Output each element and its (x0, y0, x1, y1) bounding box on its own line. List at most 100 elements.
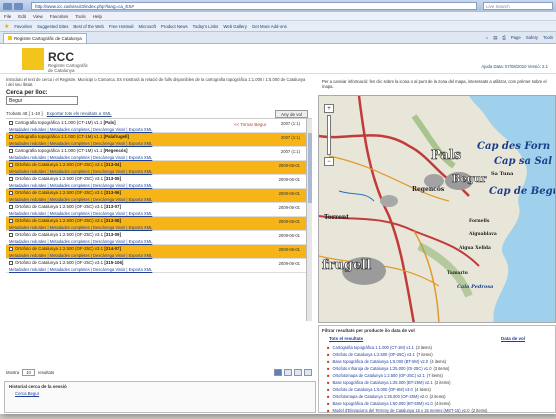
filter-item-label[interactable]: Base topogràfica de Catalunya 1:5.000 (B… (332, 359, 428, 364)
home-icon[interactable]: ⌂ (486, 35, 489, 41)
fav-item[interactable]: Free Hotmail (109, 24, 134, 29)
filter-item-label[interactable]: Cartografia topogràfica 1:1.000 (CT-1M) … (332, 345, 413, 350)
result-row[interactable]: Ortofoto de Catalunya 1:2.500 (OF-25C) v… (6, 189, 312, 203)
fav-item[interactable]: Favorites (14, 24, 32, 29)
address-bar[interactable]: http://www.icc.cat/vissir3/index.php?lan… (31, 2, 477, 10)
result-title[interactable]: Ortofoto de Catalunya 1:2.500 (OF-25C) v… (9, 204, 121, 209)
filter-item[interactable]: ■ Base topogràfica de Catalunya 1:25.000 … (327, 379, 547, 386)
result-links[interactable]: Metadades reduïdes | Metadades completes… (9, 127, 152, 132)
result-checkbox[interactable] (9, 134, 13, 139)
filter-item-label[interactable]: Ortofoto de Catalunya 1:2.500 (OF-25C) v… (332, 352, 414, 357)
result-title[interactable]: Ortofoto de Catalunya 1:2.500 (OF-25C) v… (9, 218, 121, 223)
fav-item[interactable]: Web Gallery (223, 24, 247, 29)
session-history-item[interactable]: Cerca Begur (5, 391, 315, 396)
result-links[interactable]: Metadades reduïdes | Metadades completes… (9, 183, 152, 188)
fav-item[interactable]: Suggested Sites (37, 24, 68, 29)
filter-item[interactable]: ■ Ortofotomapa de Catalunya 1:2.500 (OF-2… (327, 372, 547, 379)
page-prev-button[interactable] (284, 368, 292, 376)
zoom-in-button[interactable]: + (324, 104, 334, 113)
result-checkbox[interactable] (9, 260, 13, 265)
page-size-select[interactable]: 10 (22, 368, 35, 376)
result-checkbox[interactable] (9, 218, 13, 223)
result-row[interactable]: Ortofoto de Catalunya 1:2.500 (OF-25C) v… (6, 217, 312, 231)
result-row[interactable]: Ortofoto de Catalunya 1:2.500 (OF-25C) v… (6, 259, 312, 273)
filter-item[interactable]: ■ Ortofoto de Catalunya 1:5.000 (OF-5M) v… (327, 386, 547, 393)
tab-rcc[interactable]: Registre Cartogràfic de Catalunya (3, 32, 87, 43)
result-links[interactable]: Metadades reduïdes | Metadades completes… (9, 155, 152, 160)
result-row[interactable]: Cartografia topogràfica 1:1.000 (CT-1M) … (6, 119, 312, 133)
fav-item[interactable]: Get More Add-ons (252, 24, 287, 29)
results-scrollbar[interactable] (306, 119, 312, 321)
filter-tab-date[interactable]: Data de vol (501, 336, 525, 341)
fav-item[interactable]: Microsoft (138, 24, 155, 29)
result-title[interactable]: Ortofoto de Catalunya 1:2.500 (OF-25C) v… (9, 176, 121, 181)
filter-item[interactable]: ■ Ortofoto infraroja de Catalunya 1:25.00… (327, 365, 547, 372)
filter-item[interactable]: ■ Model d'Elevacions del Terreny de Catal… (327, 407, 547, 414)
result-row[interactable]: Cartografia topogràfica 1:1.000 (CT-1M) … (6, 147, 312, 161)
result-checkbox[interactable] (9, 190, 13, 195)
filter-item[interactable]: ■ Base topogràfica de Catalunya 1:5.000 (… (327, 358, 547, 365)
result-links[interactable]: Metadades reduïdes | Metadades completes… (9, 225, 152, 230)
result-row[interactable]: Ortofoto de Catalunya 1:2.500 (OF-25C) v… (6, 245, 312, 259)
filter-item-label[interactable]: Base topogràfica de Catalunya 1:50.000 (… (332, 401, 432, 406)
result-links[interactable]: Metadades reduïdes | Metadades completes… (9, 141, 152, 146)
page-menu[interactable]: Page (511, 35, 521, 41)
export-link[interactable]: Exportar tots els resultats a XML (47, 111, 112, 116)
result-title[interactable]: Ortofoto de Catalunya 1:2.500 (OF-25C) v… (9, 246, 121, 251)
fav-item[interactable]: Today's Links (193, 24, 219, 29)
page-last-button[interactable] (304, 368, 312, 376)
header-info[interactable]: Ajuda Data: 07/08/2010 Versió: 2.1 (481, 64, 548, 69)
result-title[interactable]: Ortofoto de Catalunya 1:2.500 (OF-25C) v… (9, 232, 121, 237)
result-title[interactable]: Cartografia topogràfica 1:1.000 (CT-1M) … (9, 134, 129, 139)
filter-item[interactable]: ■ Base topogràfica de Catalunya 1:50.000 … (327, 400, 547, 407)
result-row[interactable]: Ortofoto de Catalunya 1:2.500 (OF-25C) v… (6, 175, 312, 189)
forward-icon[interactable] (14, 2, 23, 10)
back-icon[interactable] (3, 2, 12, 10)
result-row[interactable]: Ortofoto de Catalunya 1:2.500 (OF-25C) v… (6, 161, 312, 175)
tools-menu[interactable]: Tools (543, 35, 553, 41)
result-links[interactable]: Metadades reduïdes | Metadades completes… (9, 239, 152, 244)
result-checkbox[interactable] (9, 148, 13, 153)
menu-favorites[interactable]: Favorites (50, 14, 69, 19)
favorites-star-icon[interactable]: ★ (4, 23, 9, 30)
menu-tools[interactable]: Tools (75, 14, 86, 19)
safety-menu[interactable]: Safety (526, 35, 538, 41)
year-sort-button[interactable]: Any de vol (274, 109, 308, 118)
zoom-out-button[interactable]: − (324, 157, 334, 166)
fav-item[interactable]: Best of the Web (73, 24, 104, 29)
result-title[interactable]: Ortofoto de Catalunya 1:2.500 (OF-25C) v… (9, 190, 121, 195)
search-input[interactable]: Begur (6, 96, 78, 105)
browser-search-input[interactable]: Live Search (483, 2, 553, 10)
result-row[interactable]: Ortofoto de Catalunya 1:2.500 (OF-25C) v… (6, 231, 312, 245)
filter-item[interactable]: ■ Ortofoto de Catalunya 1:2.500 (OF-25C) … (327, 351, 547, 358)
filter-item-label[interactable]: Model d'Elevacions del Terreny de Catalu… (332, 408, 469, 413)
result-checkbox[interactable] (9, 246, 13, 251)
page-first-button[interactable] (274, 368, 282, 376)
filter-item-label[interactable]: Ortofoto de Catalunya 1:5.000 (OF-5M) v3… (332, 387, 412, 392)
zoom-slider[interactable] (327, 115, 331, 155)
result-title[interactable]: Ortofoto de Catalunya 1:2.500 (OF-25C) v… (9, 162, 121, 167)
menu-help[interactable]: Help (93, 14, 102, 19)
scrollbar-thumb[interactable] (308, 133, 312, 203)
result-title[interactable]: Cartografia topogràfica 1:1.000 (CT-1M) … (9, 148, 128, 153)
result-links[interactable]: Metadades reduïdes | Metadades completes… (9, 267, 152, 272)
filter-item[interactable]: ■ Cartografia topogràfica 1:1.000 (CT-1M)… (327, 344, 547, 351)
filter-item[interactable]: ■ Ortofotomapa de Catalunya 1:25.000 (OF-… (327, 393, 547, 400)
result-row[interactable]: Cartografia topogràfica 1:1.000 (CT-1M) … (6, 133, 312, 147)
page-next-button[interactable] (294, 368, 302, 376)
filter-item-label[interactable]: Ortofotomapa de Catalunya 1:2.500 (OF-25… (332, 373, 424, 378)
result-links[interactable]: Metadades reduïdes | Metadades completes… (9, 211, 152, 216)
filter-item-label[interactable]: Ortofotomapa de Catalunya 1:25.000 (OF-2… (332, 394, 427, 399)
fav-item[interactable]: Product News (161, 24, 188, 29)
print-icon[interactable]: ⎙ (502, 35, 505, 41)
filter-item-label[interactable]: Base topogràfica de Catalunya 1:25.000 (… (332, 380, 432, 385)
result-checkbox[interactable] (9, 232, 13, 237)
result-title[interactable]: Ortofoto de Catalunya 1:2.500 (OF-25C) v… (9, 260, 123, 265)
result-row[interactable]: Ortofoto de Catalunya 1:2.500 (OF-25C) v… (6, 203, 312, 217)
result-links[interactable]: Metadades reduïdes | Metadades completes… (9, 169, 152, 174)
result-links[interactable]: Metadades reduïdes | Metadades completes… (9, 253, 152, 258)
map-view[interactable]: + − Cap des Forn Cap sa Sal Sa Tuna Cap … (318, 95, 556, 323)
result-links[interactable]: Metadades reduïdes | Metadades completes… (9, 197, 152, 202)
result-checkbox[interactable] (9, 162, 13, 167)
result-checkbox[interactable] (9, 120, 13, 125)
